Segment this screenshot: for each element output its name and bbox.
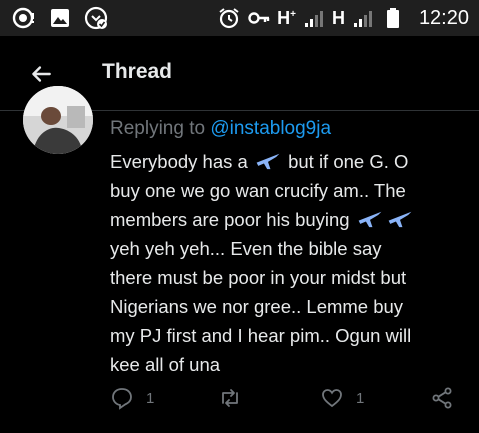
- tweet-line-3: members are poor his buying: [110, 205, 470, 234]
- airplane-emoji-icon: [388, 211, 412, 228]
- share-icon: [432, 387, 452, 409]
- like-button[interactable]: 1: [320, 386, 364, 410]
- tweet-line-7: my PJ first and I hear pim.. Ogun will: [110, 325, 412, 346]
- reply-count: 1: [146, 389, 155, 407]
- tweet-line-4: yeh yeh yeh... Even the bible say: [110, 238, 382, 259]
- key-icon: [248, 12, 270, 24]
- arrow-left-icon[interactable]: [28, 61, 54, 87]
- heart-icon: [322, 389, 342, 408]
- record-icon: [12, 7, 34, 29]
- share-button[interactable]: [430, 386, 454, 410]
- tweet-line-1: Everybody has a but if one G. O: [110, 151, 409, 172]
- image-icon: [51, 9, 69, 27]
- signal-icon-2: [353, 11, 372, 27]
- avatar[interactable]: [23, 86, 93, 154]
- alarm-icon: [219, 8, 239, 29]
- download-icon: [84, 6, 108, 30]
- tweet-line-8: kee all of una: [110, 354, 221, 375]
- airplane-emoji-icon: [358, 211, 382, 228]
- tweet-actions: 1 1: [0, 386, 479, 418]
- replying-to-handle[interactable]: @instablog9ja: [210, 118, 331, 139]
- tweet-line-2: buy one we go wan crucify am.. The: [110, 180, 406, 201]
- status-bar-right: H+ H 12:20: [217, 6, 469, 30]
- tweet-text: Everybody has a but if one G. O buy one …: [110, 147, 470, 379]
- retweet-button[interactable]: [218, 386, 254, 410]
- battery-icon: [386, 8, 399, 28]
- reply-icon: [112, 388, 132, 410]
- status-bar: H+ H 12:20: [0, 0, 479, 36]
- network-type-1: H+: [277, 7, 296, 28]
- replying-to-label: Replying to: [110, 118, 206, 139]
- status-bar-left: [12, 6, 108, 30]
- tweet-line-6: Nigerians we nor gree.. Lemme buy: [110, 296, 404, 317]
- retweet-icon: [222, 389, 238, 407]
- signal-icon: [304, 11, 323, 27]
- airplane-emoji-icon: [256, 153, 280, 170]
- network-type-2: H: [331, 7, 345, 28]
- like-count: 1: [356, 389, 365, 407]
- replying-to-line: Replying to @instablog9ja: [110, 118, 331, 140]
- tweet-line-5: there must be poor in your midst but: [110, 267, 407, 288]
- clock: 12:20: [418, 6, 469, 29]
- page-title: Thread: [102, 60, 173, 83]
- reply-button[interactable]: 1: [110, 386, 154, 410]
